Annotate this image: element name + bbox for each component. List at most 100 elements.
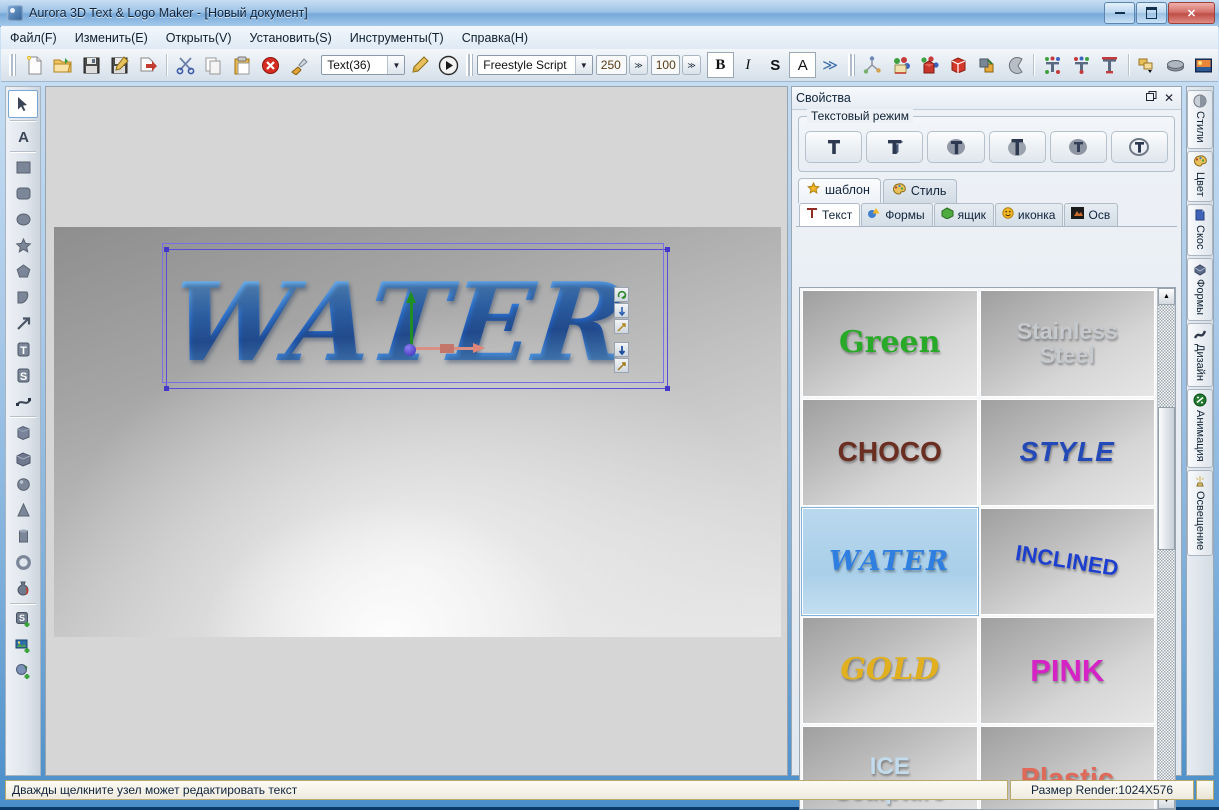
- select-tool[interactable]: [8, 90, 38, 118]
- text-mode-outline[interactable]: [1110, 131, 1169, 163]
- subtab-icon[interactable]: иконка: [994, 203, 1064, 226]
- gizmo-origin[interactable]: [404, 344, 416, 356]
- close-panel-icon[interactable]: ✕: [1164, 91, 1174, 105]
- gizmo-x-nub[interactable]: [440, 344, 454, 353]
- add-image-tool[interactable]: [9, 632, 37, 658]
- more-text-options-button[interactable]: ≫: [816, 52, 843, 78]
- tab-template[interactable]: шаблон: [798, 178, 881, 203]
- toolbar-grip-3[interactable]: [847, 54, 855, 76]
- text-button-tool[interactable]: T: [9, 336, 37, 362]
- chevron-down-icon[interactable]: ▼: [574, 56, 592, 74]
- selection-handle-br[interactable]: [665, 386, 670, 391]
- subtab-lighting[interactable]: Осв: [1064, 203, 1119, 226]
- close-button[interactable]: ✕: [1168, 2, 1215, 24]
- arrow-tool[interactable]: [9, 310, 37, 336]
- play-preview-icon[interactable]: [435, 52, 461, 79]
- minimize-button[interactable]: [1104, 2, 1135, 24]
- text-mode-flat[interactable]: [805, 131, 863, 163]
- bevel-cube-icon[interactable]: [945, 52, 971, 79]
- text-mode-bevel[interactable]: [866, 131, 924, 163]
- format-brush-icon[interactable]: [286, 52, 312, 79]
- axis-gizmo-icon[interactable]: [860, 52, 886, 79]
- depth-handle[interactable]: [614, 342, 629, 357]
- template-item[interactable]: CHOCO: [802, 399, 978, 506]
- vtab-shapes[interactable]: Формы: [1187, 257, 1213, 321]
- outline-button[interactable]: A: [788, 52, 817, 78]
- background-image-icon[interactable]: [1191, 52, 1217, 79]
- subtab-box[interactable]: ящик: [933, 203, 994, 226]
- text-measure-icon[interactable]: [1096, 52, 1122, 79]
- delete-icon[interactable]: [258, 52, 284, 79]
- selection-handle-tl[interactable]: [164, 247, 169, 252]
- rounded-rectangle-tool[interactable]: [9, 180, 37, 206]
- template-item[interactable]: PINK: [979, 617, 1155, 724]
- gizmo-y-axis[interactable]: [406, 291, 416, 349]
- vtab-styles[interactable]: Стили: [1187, 90, 1213, 149]
- add-model-tool[interactable]: [9, 658, 37, 684]
- polygon-tool[interactable]: [9, 258, 37, 284]
- scroll-thumb[interactable]: [1158, 407, 1175, 551]
- cube-tool[interactable]: [9, 419, 37, 445]
- transform-handle[interactable]: [614, 358, 629, 373]
- cut-scissors-icon[interactable]: [172, 52, 198, 79]
- align-text-icon[interactable]: [1039, 52, 1065, 79]
- template-item[interactable]: GOLD: [802, 617, 978, 724]
- template-item[interactable]: Stainless Steel: [979, 290, 1155, 397]
- text-mode-round[interactable]: [927, 131, 985, 163]
- ellipse-tool[interactable]: [9, 206, 37, 232]
- svg-shape-tool[interactable]: S: [9, 362, 37, 388]
- italic-button[interactable]: I: [734, 52, 761, 78]
- render-viewport[interactable]: WATER: [54, 227, 781, 637]
- template-item[interactable]: WATER: [801, 507, 979, 616]
- font-size-field[interactable]: 250: [595, 55, 628, 75]
- texture-color-icon[interactable]: [917, 52, 943, 79]
- add-svg-tool[interactable]: S: [9, 606, 37, 632]
- edit-pencil-icon[interactable]: [406, 52, 432, 79]
- rotate-handle[interactable]: [614, 287, 629, 302]
- path-tool[interactable]: [9, 388, 37, 414]
- move-gizmo[interactable]: [404, 285, 494, 356]
- rectangle-tool[interactable]: [9, 154, 37, 180]
- scale-handle[interactable]: [614, 303, 629, 318]
- gizmo-x-axis[interactable]: [412, 343, 485, 353]
- save-icon[interactable]: [78, 52, 104, 79]
- save-as-icon[interactable]: [106, 52, 132, 79]
- text-mode-emboss[interactable]: [1049, 131, 1107, 163]
- template-item[interactable]: INCLINED: [979, 508, 1155, 615]
- paste-icon[interactable]: [229, 52, 255, 79]
- box-tool[interactable]: [9, 445, 37, 471]
- template-item[interactable]: STYLE: [979, 399, 1155, 506]
- reflection-icon[interactable]: [1002, 52, 1028, 79]
- object-combo[interactable]: Text(36) ▼: [321, 55, 406, 75]
- maximize-button[interactable]: [1136, 2, 1167, 24]
- move-handle[interactable]: [614, 319, 629, 334]
- star-tool[interactable]: [9, 232, 37, 258]
- menu-item-tools[interactable]: Инструменты(T): [341, 28, 453, 48]
- chevron-down-icon[interactable]: ▼: [387, 56, 405, 74]
- font-combo[interactable]: Freestyle Script ▼: [477, 55, 593, 75]
- bold-button[interactable]: B: [706, 52, 735, 78]
- status-resize-grip[interactable]: [1196, 780, 1214, 800]
- vtab-design[interactable]: Дизайн: [1187, 322, 1213, 387]
- deform-icon[interactable]: [974, 52, 1000, 79]
- shape-tool[interactable]: [9, 284, 37, 310]
- subtab-shapes[interactable]: Формы: [861, 203, 933, 226]
- group-objects-icon[interactable]: [1134, 52, 1160, 79]
- scroll-up-button[interactable]: ▲: [1158, 288, 1175, 305]
- cylinder-tool[interactable]: [9, 523, 37, 549]
- menu-item-file[interactable]: Файл(F): [1, 28, 66, 48]
- gallery-scrollbar[interactable]: ▲ ▼: [1157, 288, 1175, 809]
- font-spacing-field[interactable]: 100: [650, 55, 681, 75]
- new-document-icon[interactable]: [21, 52, 47, 79]
- vtab-animation[interactable]: Анимация: [1187, 388, 1213, 468]
- open-folder-icon[interactable]: [49, 52, 75, 79]
- menu-item-view[interactable]: Открыть(V): [157, 28, 241, 48]
- tab-style[interactable]: Стиль: [882, 179, 958, 203]
- selection-handle-tr[interactable]: [665, 247, 670, 252]
- menu-item-set[interactable]: Установить(S): [241, 28, 341, 48]
- vtab-color[interactable]: Цвет: [1187, 150, 1213, 203]
- export-icon[interactable]: [135, 52, 161, 79]
- shadow-button[interactable]: S: [762, 52, 789, 78]
- menu-item-edit[interactable]: Изменить(E): [66, 28, 157, 48]
- distribute-text-icon[interactable]: [1068, 52, 1094, 79]
